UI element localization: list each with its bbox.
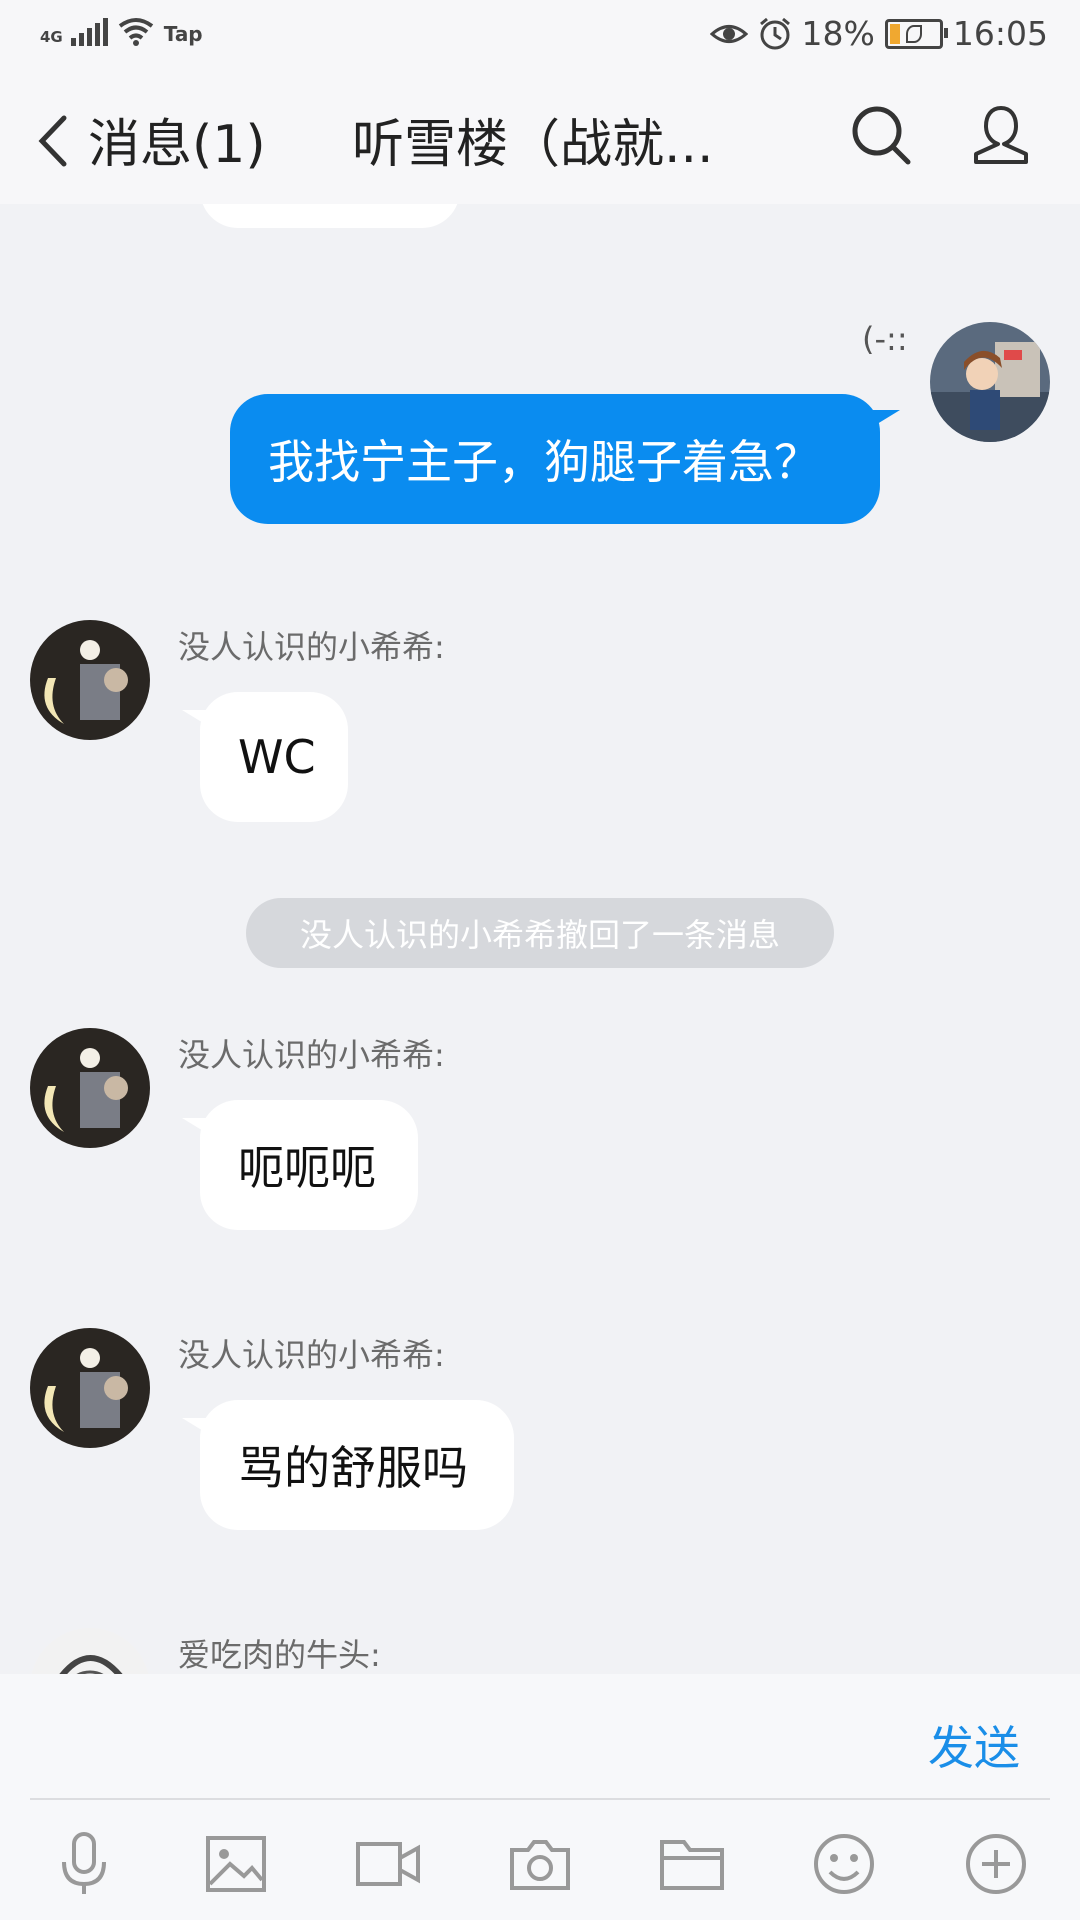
emoji-icon[interactable] — [808, 1828, 880, 1900]
recall-notice: 没人认识的小希希撤回了一条消息 — [246, 898, 834, 968]
message-input[interactable] — [30, 1704, 890, 1784]
message-bubble[interactable]: 呃呃呃 — [200, 1100, 418, 1230]
back-icon[interactable] — [30, 112, 76, 170]
camera-icon[interactable] — [504, 1828, 576, 1900]
sender-name: 没人认识的小希希: — [178, 1036, 445, 1074]
video-icon[interactable] — [352, 1828, 424, 1900]
chat-title[interactable]: 听雪楼（战就... — [352, 102, 742, 177]
message-list[interactable]: (-:: 我找宁主子，狗腿子着急？ 没人认识的小希希: WC 没人认识的小希希撤… — [0, 204, 1080, 1674]
avatar[interactable] — [30, 1028, 150, 1148]
message-bubble[interactable]: 我找宁主子，狗腿子着急？ — [230, 394, 880, 524]
battery-icon — [884, 18, 948, 49]
signal-icon — [70, 18, 108, 46]
divider — [30, 1798, 1050, 1800]
message-bubble[interactable] — [200, 204, 460, 228]
mic-icon[interactable] — [48, 1828, 120, 1900]
eye-icon — [709, 24, 748, 43]
carrier-label: Tap — [163, 22, 203, 46]
message-bubble[interactable]: WC — [200, 692, 348, 822]
message-text: 骂的舒服吗 — [238, 1441, 468, 1495]
status-left: 4G Tap — [40, 16, 203, 46]
clock: 16:05 — [952, 14, 1048, 53]
chat-header: 消息(1) 听雪楼（战就... — [0, 72, 1080, 204]
composer: 发送 — [0, 1674, 1080, 1920]
message-text: 我找宁主子，狗腿子着急？ — [268, 435, 820, 489]
network-type: 4G — [40, 28, 63, 46]
avatar[interactable] — [30, 1628, 150, 1674]
back-button[interactable]: 消息(1) — [88, 102, 266, 177]
alarm-icon — [759, 17, 790, 49]
plus-icon[interactable] — [960, 1828, 1032, 1900]
avatar[interactable] — [930, 322, 1050, 442]
sender-tag: (-:: — [862, 320, 908, 358]
message-bubble[interactable]: 骂的舒服吗 — [200, 1400, 514, 1530]
message-text: WC — [238, 730, 316, 784]
sender-name: 没人认识的小希希: — [178, 628, 445, 666]
status-right: 18% 16:05 — [709, 14, 1048, 53]
sender-name: 爱吃肉的牛头: — [178, 1636, 381, 1674]
battery-percent: 18% — [801, 14, 875, 53]
wifi-icon — [118, 18, 153, 46]
sender-name: 没人认识的小希希: — [178, 1336, 445, 1374]
folder-icon[interactable] — [656, 1828, 728, 1900]
status-bar: 4G Tap 18% 16:05 — [0, 0, 1080, 72]
bubble-tail — [864, 410, 900, 432]
avatar[interactable] — [30, 620, 150, 740]
send-button[interactable]: 发送 — [928, 1712, 1020, 1778]
group-profile-icon[interactable] — [966, 100, 1036, 170]
message-text: 呃呃呃 — [238, 1141, 376, 1195]
system-text: 没人认识的小希希撤回了一条消息 — [299, 916, 780, 954]
image-icon[interactable] — [200, 1828, 272, 1900]
search-icon[interactable] — [846, 100, 916, 170]
input-toolbar — [0, 1828, 1080, 1908]
avatar[interactable] — [30, 1328, 150, 1448]
